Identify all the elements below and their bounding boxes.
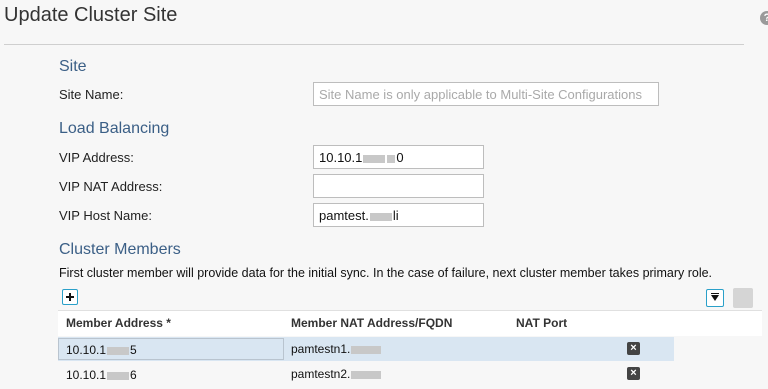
member-address-input[interactable]: 10.10.1 5 — [58, 338, 284, 360]
col-nat-port[interactable]: NAT Port — [516, 316, 567, 330]
redacted-block — [369, 212, 392, 221]
site-heading: Site — [59, 58, 87, 75]
vip-host-prefix: pamtest. — [319, 208, 369, 223]
member-nat-prefix: pamtestn2. — [291, 367, 351, 381]
members-table-header: Member Address * Member NAT Address/FQDN… — [58, 310, 762, 336]
redacted-block — [363, 154, 386, 163]
add-member-button[interactable] — [62, 289, 78, 305]
member-address-input[interactable]: 10.10.1 6 — [58, 363, 284, 385]
dialog-title: Update Cluster Site — [4, 4, 178, 26]
vip-host-suffix: li — [392, 208, 399, 223]
member-nat-prefix: pamtestn1. — [291, 342, 351, 356]
cluster-members-heading: Cluster Members — [59, 241, 181, 258]
redacted-block — [107, 346, 130, 355]
redacted-block — [107, 371, 130, 380]
redacted-block — [351, 370, 382, 379]
cluster-members-info: First cluster member will provide data f… — [59, 266, 713, 280]
table-row[interactable]: 10.10.1 6 pamtestn2. × — [58, 362, 674, 386]
redacted-block — [351, 345, 382, 354]
load-balancing-heading: Load Balancing — [59, 120, 170, 137]
vip-address-label: VIP Address: — [59, 150, 134, 165]
delete-icon[interactable]: × — [627, 367, 640, 380]
delete-icon[interactable]: × — [627, 342, 640, 355]
vip-nat-input[interactable] — [313, 174, 484, 198]
vip-address-suffix: 0 — [396, 150, 404, 165]
vip-address-input[interactable]: 10.10.1 0 — [313, 145, 484, 169]
vip-address-prefix: 10.10.1 — [319, 150, 363, 165]
table-row[interactable]: 10.10.1 5 pamtestn1. × — [58, 337, 674, 361]
member-address-prefix: 10.10.1 — [66, 368, 107, 382]
title-divider — [4, 44, 744, 45]
filter-button[interactable] — [706, 289, 724, 307]
member-nat-cell[interactable]: pamtestn2. — [291, 367, 382, 381]
member-nat-cell[interactable]: pamtestn1. — [291, 342, 382, 356]
col-member-address[interactable]: Member Address * — [66, 316, 171, 330]
disabled-action-button[interactable] — [733, 288, 753, 308]
vip-host-input[interactable]: pamtest. li — [313, 203, 484, 227]
col-member-nat[interactable]: Member NAT Address/FQDN — [291, 316, 452, 330]
member-address-prefix: 10.10.1 — [66, 343, 107, 357]
member-address-suffix: 6 — [130, 368, 137, 382]
vip-nat-label: VIP NAT Address: — [59, 179, 163, 194]
site-name-input[interactable]: Site Name is only applicable to Multi-Si… — [313, 82, 659, 106]
help-icon[interactable]: ? — [760, 11, 768, 25]
site-name-label: Site Name: — [59, 87, 124, 102]
redacted-block — [387, 154, 396, 163]
vip-host-label: VIP Host Name: — [59, 208, 152, 223]
member-address-suffix: 5 — [130, 343, 137, 357]
